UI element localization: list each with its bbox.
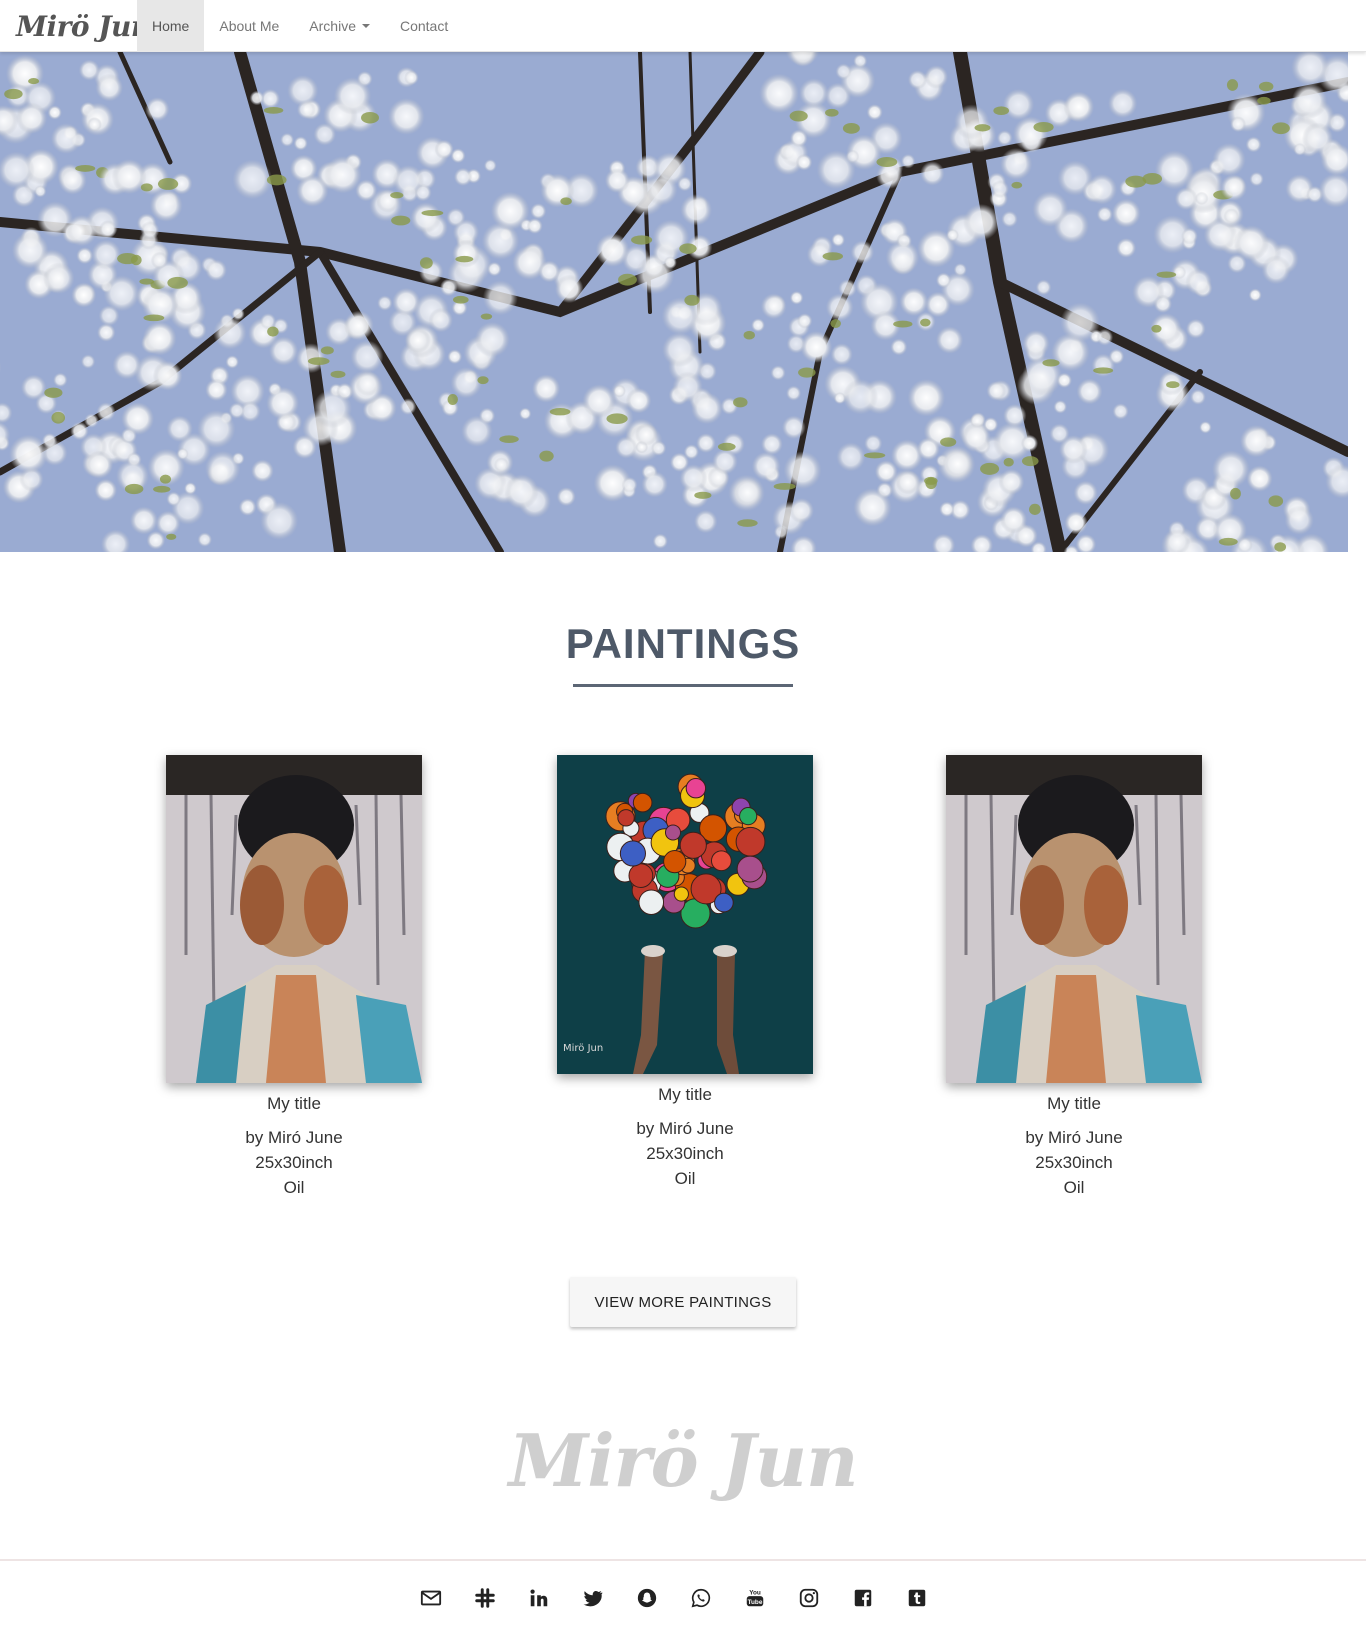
youtube-icon[interactable]: You Tube [744,1586,766,1610]
nav-archive-dropdown[interactable]: Archive [294,0,385,52]
painting-medium: Oil [1063,1178,1085,1197]
woman-face-painting [166,755,422,1083]
painting-size: 25x30inch [255,1153,333,1172]
navbar: Mirö Jun Home About Me Archive Contact [0,0,1366,52]
painting-size: 25x30inch [646,1144,724,1163]
view-more-paintings-button[interactable]: VIEW MORE PAINTINGS [570,1277,796,1327]
painting-signature: Mirö Jun [563,1043,603,1054]
painting-artist: by Miró June [245,1128,343,1147]
painting-size: 25x30inch [1035,1153,1113,1172]
painting-artist: by Miró June [636,1119,734,1138]
painting-image[interactable]: Mirö Jun [557,755,813,1074]
facebook-icon[interactable] [852,1586,874,1610]
nav-links: Home About Me Archive Contact [137,0,463,52]
tumblr-icon[interactable] [906,1586,928,1610]
painting-card[interactable]: My title by Miró June 25x30inch Oil [166,755,422,1200]
footer-divider [0,1559,1366,1561]
caret-down-icon [361,24,370,28]
painting-medium: Oil [283,1178,305,1197]
instagram-icon[interactable] [798,1586,820,1610]
painting-title: My title [658,1085,712,1104]
twitter-icon[interactable] [582,1586,604,1610]
snapchat-icon[interactable] [636,1586,658,1610]
nav-archive-label: Archive [309,18,356,34]
whatsapp-icon[interactable] [690,1586,712,1610]
painting-card[interactable]: My title by Miró June 25x30inch Oil [946,755,1202,1200]
nav-contact[interactable]: Contact [385,0,463,52]
nav-about[interactable]: About Me [204,0,294,52]
footer-logo: Mirö Jun [508,1418,859,1503]
nav-about-label: About Me [219,18,280,34]
nav-contact-label: Contact [399,18,449,34]
mail-icon[interactable] [420,1586,442,1610]
social-icons: You Tube [420,1586,928,1614]
cherry-blossom-photo [0,52,1348,552]
painting-image[interactable] [946,755,1202,1083]
title-underline [573,684,793,687]
woman-face-painting [946,755,1202,1083]
painting-card[interactable]: Mirö Jun My title by Miró June 25x30inch… [557,755,813,1191]
painting-title: My title [1047,1094,1101,1113]
painting-title: My title [267,1094,321,1113]
flower-bouquet-painting: Mirö Jun [557,755,813,1074]
brand-logo[interactable]: Mirö Jun [16,6,151,46]
painting-image[interactable] [166,755,422,1083]
svg-text:Tube: Tube [748,1599,763,1606]
hero-image [0,52,1348,552]
linkedin-icon[interactable] [528,1586,550,1610]
svg-text:You: You [749,1589,761,1596]
painting-medium: Oil [674,1169,696,1188]
nav-home[interactable]: Home [137,0,205,52]
painting-artist: by Miró June [1025,1128,1123,1147]
nav-home-label: Home [152,18,190,34]
slack-icon[interactable] [474,1586,496,1610]
section-title: PAINTINGS [565,620,801,667]
